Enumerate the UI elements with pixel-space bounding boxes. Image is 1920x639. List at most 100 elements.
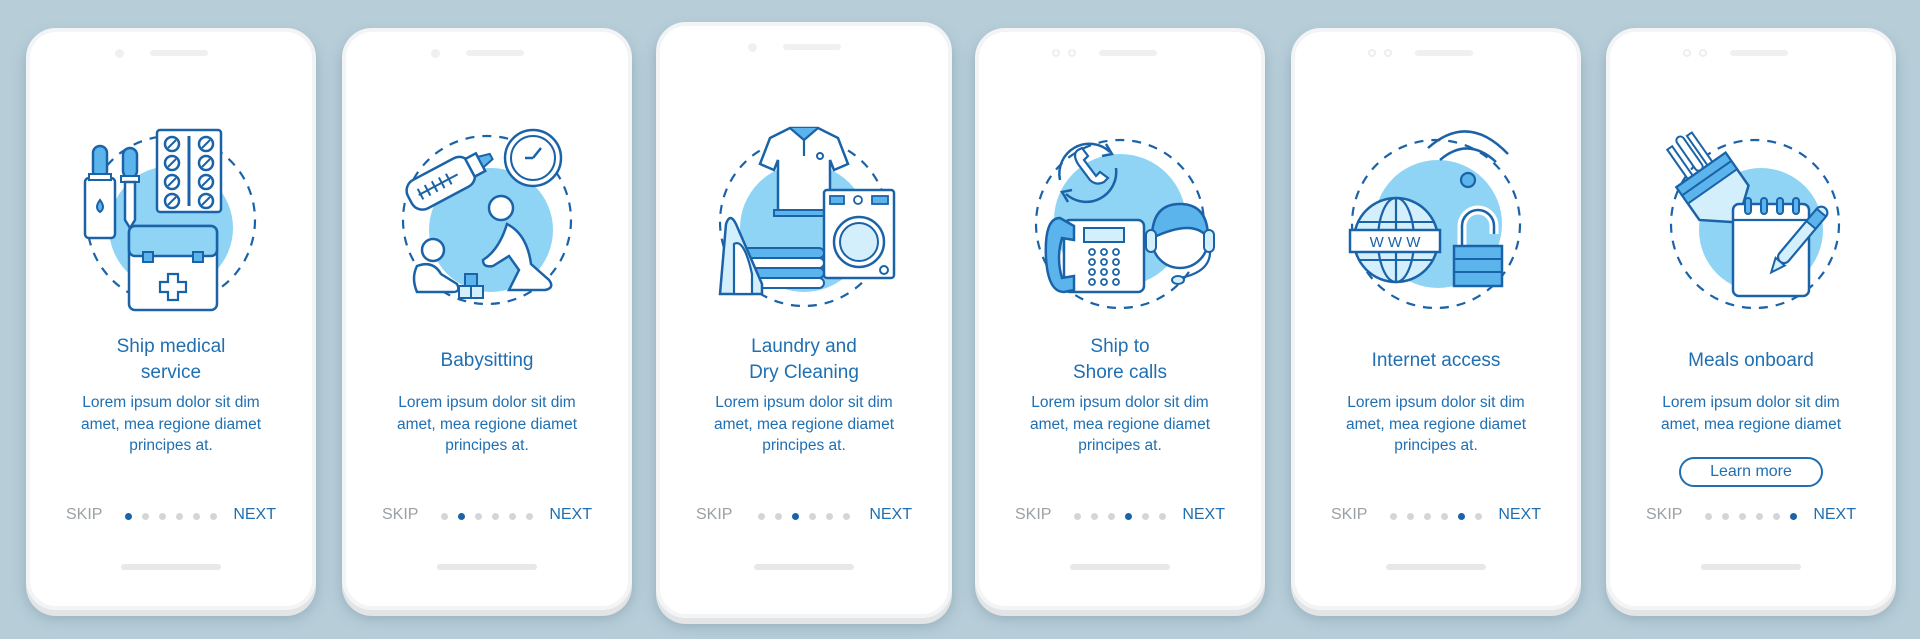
page-indicator-dot[interactable] [176,513,183,520]
phone-screen-2: Babysitting Lorem ipsum dolor sit dim ame… [342,28,632,610]
page-indicator-dot[interactable] [492,513,499,520]
page-indicator-dot[interactable] [193,513,200,520]
screen-description-line: principes at. [1078,437,1162,454]
screen-description-line: amet, mea regione diamet [1660,415,1842,433]
page-indicator-dot[interactable] [1722,513,1729,520]
page-indicator [125,513,217,520]
next-button[interactable]: NEXT [1813,506,1856,524]
home-indicator[interactable] [121,564,221,570]
screen-title: Ship to Shore calls [979,334,1261,386]
page-indicator-dot[interactable] [843,513,850,520]
page-indicator-dot[interactable] [1705,513,1712,520]
screen-description: Lorem ipsum dolor sit dim amet, mea regio… [1295,392,1577,457]
page-indicator-dot[interactable] [1756,513,1763,520]
screen-title-line: Ship to [1090,336,1150,357]
home-indicator[interactable] [1701,564,1801,570]
page-indicator-dot[interactable] [1424,513,1431,520]
page-indicator-dot-active[interactable] [1790,513,1797,520]
speaker-grille [1415,50,1473,56]
page-indicator-dot[interactable] [1441,513,1448,520]
screen-title-line: Meals onboard [1688,350,1814,371]
front-camera-icon [1052,49,1060,57]
screen-title-line: Babysitting [440,350,534,371]
page-indicator-dot-active[interactable] [458,513,465,520]
page-indicator-dot[interactable] [1739,513,1746,520]
page-indicator-dot[interactable] [1108,513,1115,520]
page-indicator-dot[interactable] [758,513,765,520]
page-indicator-dot-active[interactable] [125,513,132,520]
page-indicator-dot[interactable] [1091,513,1098,520]
next-button[interactable]: NEXT [1498,506,1541,524]
skip-button[interactable]: SKIP [696,506,732,524]
home-indicator[interactable] [1386,564,1486,570]
page-indicator-dot[interactable] [1074,513,1081,520]
next-button[interactable]: NEXT [869,506,912,524]
screen-description-line: Lorem ipsum dolor sit dim [1031,394,1209,411]
front-camera-icon [431,49,440,58]
sensor-icon [1068,49,1076,57]
page-indicator-dot[interactable] [1475,513,1482,520]
sensor-icon [1699,49,1707,57]
page-indicator-dot[interactable] [509,513,516,520]
screen-description-line: Lorem ipsum dolor sit dim [398,394,576,411]
sensor-icon [1384,49,1392,57]
screen-description: Lorem ipsum dolor sit dim amet, mea regio… [979,392,1261,457]
home-indicator[interactable] [1070,564,1170,570]
page-indicator-dot-active[interactable] [1125,513,1132,520]
page-indicator-dot-active[interactable] [792,513,799,520]
page-indicator-dot[interactable] [475,513,482,520]
screen-title-line: Laundry and [751,336,857,357]
page-indicator-dot[interactable] [1407,513,1414,520]
home-indicator[interactable] [437,564,537,570]
page-indicator-dot[interactable] [159,513,166,520]
screen-title: Internet access [1295,348,1577,374]
page-indicator-dot[interactable] [142,513,149,520]
page-indicator-dot[interactable] [1159,513,1166,520]
page-indicator-dot[interactable] [1773,513,1780,520]
screen-description-line: Lorem ipsum dolor sit dim [1662,394,1840,411]
screen-description-line: Lorem ipsum dolor sit dim [1347,394,1525,411]
next-button[interactable]: NEXT [1182,506,1225,524]
screen-title: Laundry and Dry Cleaning [660,334,948,386]
screen-description-line: Lorem ipsum dolor sit dim [715,394,893,411]
screen-description-line: amet, mea regione diamet [80,415,262,433]
speaker-grille [466,50,524,56]
front-camera-icon [1368,49,1376,57]
page-indicator-dot[interactable] [526,513,533,520]
page-indicator-dot[interactable] [1142,513,1149,520]
home-indicator[interactable] [754,564,854,570]
page-indicator-dot[interactable] [809,513,816,520]
onboarding-nav: SKIP NEXT [979,506,1261,528]
skip-button[interactable]: SKIP [1646,506,1682,524]
skip-button[interactable]: SKIP [1015,506,1051,524]
page-indicator-dot[interactable] [441,513,448,520]
laundry-icon [718,126,896,308]
next-button[interactable]: NEXT [233,506,276,524]
learn-more-button[interactable]: Learn more [1679,457,1823,487]
screen-title: Meals onboard [1610,348,1892,374]
skip-button[interactable]: SKIP [1331,506,1367,524]
page-indicator [1705,513,1797,520]
skip-button[interactable]: SKIP [66,506,102,524]
next-button[interactable]: NEXT [549,506,592,524]
onboarding-nav: SKIP NEXT [30,506,312,528]
onboarding-nav: SKIP NEXT [1610,506,1892,528]
page-indicator-dot[interactable] [826,513,833,520]
page-indicator-dot[interactable] [210,513,217,520]
page-indicator-dot-active[interactable] [1458,513,1465,520]
phone-screen-5: W W W Internet access Lorem ipsum dolor … [1291,28,1581,610]
screen-description: Lorem ipsum dolor sit dim amet, mea regio… [1610,392,1892,435]
phone-screen-6: Meals onboard Lorem ipsum dolor sit dim a… [1606,28,1896,610]
skip-button[interactable]: SKIP [382,506,418,524]
screen-title-line: Internet access [1371,350,1501,371]
screen-description-line: principes at. [129,437,213,454]
phone-screen-4: Ship to Shore calls Lorem ipsum dolor sit… [975,28,1265,610]
front-camera-icon [1683,49,1691,57]
page-indicator-dot[interactable] [775,513,782,520]
page-indicator-dot[interactable] [1390,513,1397,520]
screen-description-line: principes at. [762,437,846,454]
meals-onboard-icon [1665,131,1841,310]
screen-title-line: Ship medical [116,336,226,357]
phone-screen-1: Ship medical service Lorem ipsum dolor si… [26,28,316,610]
page-indicator [758,513,850,520]
